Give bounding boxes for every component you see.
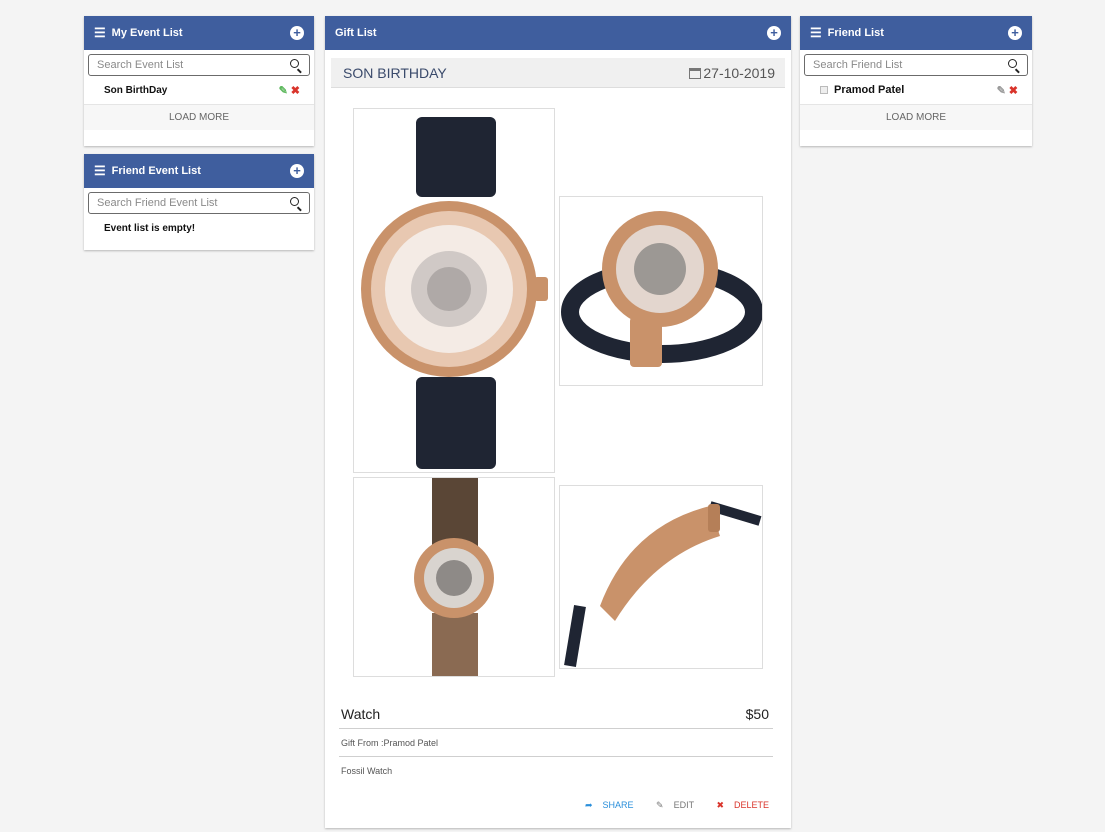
- event-name: SON BIRTHDAY: [343, 64, 447, 81]
- divider: [339, 756, 773, 757]
- load-more-button[interactable]: LOAD MORE: [84, 104, 314, 130]
- load-more-button[interactable]: LOAD MORE: [800, 104, 1032, 130]
- gift-list-title: Gift List: [335, 27, 377, 39]
- gift-image-side[interactable]: [559, 485, 763, 669]
- share-button[interactable]: ➦ SHARE: [575, 800, 634, 810]
- my-event-list-panel: ☰ My Event List + Search Event List Son …: [84, 16, 314, 146]
- list-item[interactable]: Pramod Patel ✎ ✖: [800, 76, 1032, 104]
- menu-icon[interactable]: ☰: [810, 25, 822, 41]
- edit-icon[interactable]: ✎: [279, 85, 288, 97]
- calendar-icon: [689, 68, 702, 79]
- friend-event-list-panel: ☰ Friend Event List + Search Friend Even…: [84, 154, 314, 250]
- list-item[interactable]: Son BirthDay ✎ ✖: [84, 76, 314, 104]
- delete-icon[interactable]: ✖: [291, 85, 300, 97]
- edit-icon: ✎: [656, 800, 664, 810]
- delete-button[interactable]: ✖ DELETE: [706, 800, 769, 810]
- delete-icon: ✖: [716, 800, 724, 810]
- gift-image-front[interactable]: [353, 108, 555, 473]
- search-icon[interactable]: [1008, 59, 1017, 68]
- add-friend-event-icon[interactable]: +: [290, 164, 304, 178]
- friend-name[interactable]: Pramod Patel: [834, 84, 904, 96]
- menu-icon[interactable]: ☰: [94, 163, 106, 179]
- my-event-list-title: My Event List: [111, 27, 183, 39]
- divider: [339, 728, 773, 729]
- search-icon[interactable]: [290, 59, 299, 68]
- share-icon: ➦: [584, 800, 593, 810]
- menu-icon[interactable]: ☰: [94, 25, 106, 41]
- event-date: 27-10-2019: [689, 65, 775, 81]
- search-friend-event-input[interactable]: Search Friend Event List: [88, 192, 310, 214]
- gift-list-header: Gift List +: [325, 16, 791, 50]
- search-icon[interactable]: [290, 197, 299, 206]
- gift-list-panel: Gift List + SON BIRTHDAY 27-10-2019 Watc…: [325, 16, 791, 828]
- gift-image-back[interactable]: [559, 196, 763, 386]
- gift-from: Gift From :Pramod Patel: [341, 738, 439, 748]
- friend-event-list-header: ☰ Friend Event List +: [84, 154, 314, 188]
- my-event-list-header: ☰ My Event List +: [84, 16, 314, 50]
- add-friend-icon[interactable]: +: [1008, 26, 1022, 40]
- gift-description: Fossil Watch: [341, 766, 393, 776]
- event-name[interactable]: Son BirthDay: [104, 85, 167, 96]
- gift-actions: ➦ SHARE ✎ EDIT ✖ DELETE: [565, 800, 769, 811]
- gift-image-caseback[interactable]: [353, 477, 555, 677]
- edit-button[interactable]: ✎ EDIT: [646, 800, 694, 810]
- gift-name: Watch: [341, 706, 381, 722]
- friend-list-title: Friend List: [827, 27, 884, 39]
- search-friend-input[interactable]: Search Friend List: [804, 54, 1028, 76]
- friend-event-list-title: Friend Event List: [111, 165, 201, 177]
- edit-icon[interactable]: ✎: [997, 85, 1006, 97]
- empty-message: Event list is empty!: [104, 222, 196, 234]
- search-event-input[interactable]: Search Event List: [88, 54, 310, 76]
- add-event-icon[interactable]: +: [290, 26, 304, 40]
- event-title-bar: SON BIRTHDAY 27-10-2019: [331, 58, 785, 88]
- delete-icon[interactable]: ✖: [1009, 85, 1018, 97]
- checkbox-icon[interactable]: [820, 86, 828, 94]
- add-gift-icon[interactable]: +: [767, 26, 781, 40]
- gift-price: $50: [745, 706, 769, 722]
- friend-list-panel: ☰ Friend List + Search Friend List Pramo…: [800, 16, 1032, 146]
- friend-list-header: ☰ Friend List +: [800, 16, 1032, 50]
